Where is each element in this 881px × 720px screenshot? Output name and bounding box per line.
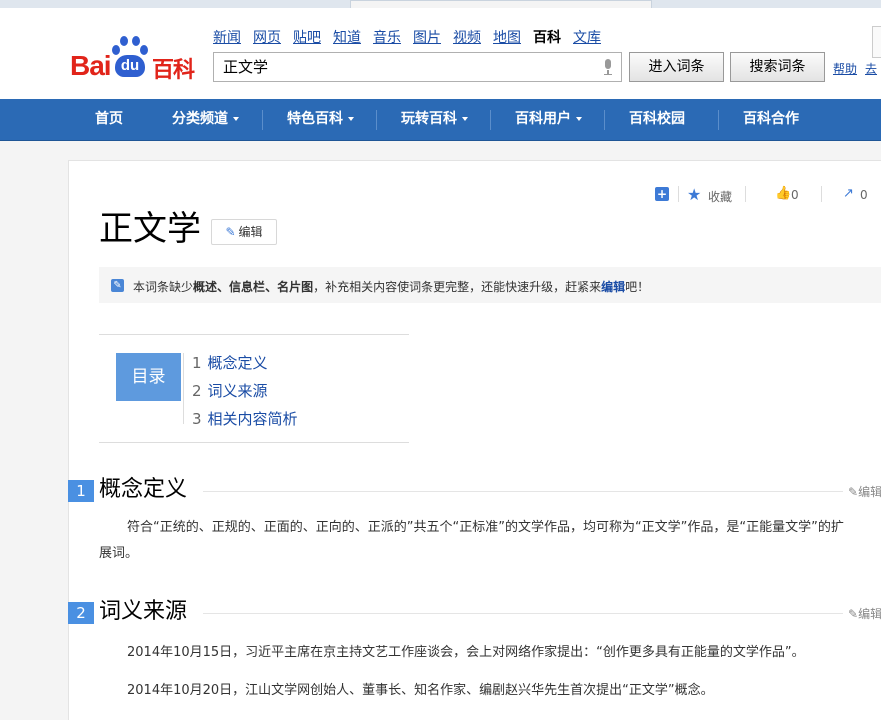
baidu-baike-logo[interactable]: Bai du 百科 (70, 36, 205, 83)
search-input[interactable]: 正文学 (213, 52, 622, 82)
nav-link-video[interactable]: 视频 (453, 30, 481, 46)
notice-edit-link[interactable]: 编辑 (601, 280, 625, 294)
section-heading-1: 1 概念定义 ✎编辑 (68, 477, 881, 503)
nav-link-music[interactable]: 音乐 (373, 30, 401, 46)
thumb-up-icon[interactable]: 👍 (775, 186, 791, 201)
section-heading-2: 2 词义来源 ✎编辑 (68, 599, 881, 625)
pencil-icon: ✎ (848, 485, 859, 499)
browser-tab[interactable] (350, 0, 652, 8)
nav-link-images[interactable]: 图片 (413, 30, 441, 46)
enter-entry-button[interactable]: 进入词条 (629, 52, 724, 82)
star-icon[interactable]: ★ (687, 185, 701, 204)
section-number: 1 (68, 480, 94, 502)
side-scroll-stub (872, 26, 881, 58)
plus-icon[interactable]: + (655, 187, 669, 201)
nav-link-tieba[interactable]: 贴吧 (293, 30, 321, 46)
chevron-down-icon (233, 117, 239, 121)
favorite-button[interactable]: 收藏 (708, 188, 732, 205)
missing-content-notice: ✎ 本词条缺少概述、信息栏、名片图，补充相关内容使词条更完整，还能快速升级，赶紧… (99, 267, 881, 303)
nav-link-zhidao[interactable]: 知道 (333, 30, 361, 46)
nav-link-web[interactable]: 网页 (253, 30, 281, 46)
edit-entry-button[interactable]: ✎ 编辑 (211, 219, 277, 245)
main-nav-home[interactable]: 首页 (95, 99, 123, 140)
logo-bai-text: Bai (70, 50, 112, 81)
chevron-down-icon (576, 117, 582, 121)
paragraph: 2014年10月20日，江山文学网创始人、董事长、知名作家、编剧赵兴华先生首次提… (127, 683, 714, 698)
share-count: 0 (860, 188, 868, 202)
section-number: 2 (68, 602, 94, 624)
nav-link-news[interactable]: 新闻 (213, 30, 241, 46)
section-title: 词义来源 (99, 599, 188, 624)
pencil-icon: ✎ (848, 607, 859, 621)
section-edit-button[interactable]: ✎编辑 (848, 605, 881, 622)
nav-link-wenku[interactable]: 文库 (573, 30, 601, 46)
main-nav-play[interactable]: 玩转百科 (401, 99, 468, 140)
paragraph: 展词。 (99, 546, 139, 561)
notice-text: 本词条缺少概述、信息栏、名片图，补充相关内容使词条更完整，还能快速升级，赶紧来编… (133, 280, 650, 294)
search-input-value: 正文学 (223, 58, 269, 76)
help-link[interactable]: 帮助 (833, 60, 857, 77)
main-nav-cooperation[interactable]: 百科合作 (743, 99, 799, 140)
main-nav-users[interactable]: 百科用户 (515, 99, 582, 140)
paragraph: 2014年10月15日，习近平主席在京主持文艺工作座谈会，会上对网络作家提出：“… (127, 645, 805, 660)
page-title: 正文学 (99, 209, 201, 249)
share-icon[interactable]: ↗ (843, 186, 854, 201)
nav-link-baike[interactable]: 百科 (533, 30, 561, 46)
mic-icon[interactable] (603, 59, 613, 75)
search-entry-button[interactable]: 搜索词条 (730, 52, 825, 82)
main-nav-categories[interactable]: 分类频道 (172, 99, 239, 140)
toc-item-2[interactable]: 2 词义来源 (192, 380, 268, 401)
logo-baike-text: 百科 (152, 58, 195, 83)
toc-item-3[interactable]: 3 相关内容简析 (192, 408, 298, 429)
pencil-icon: ✎ (225, 225, 236, 239)
help-link-2[interactable]: 去 (865, 60, 877, 77)
paragraph: 符合“正统的、正规的、正面的、正向的、正派的”共五个“正标准”的文学作品，均可称… (127, 520, 844, 535)
toc-item-1[interactable]: 1 概念定义 (192, 352, 268, 373)
chevron-down-icon (462, 117, 468, 121)
main-nav-campus[interactable]: 百科校园 (629, 99, 685, 140)
main-nav-bar: 首页 分类频道 特色百科 玩转百科 百科用户 百科校园 百科合作 (0, 99, 881, 141)
section-title: 概念定义 (99, 477, 188, 502)
main-nav-featured[interactable]: 特色百科 (287, 99, 354, 140)
notice-pencil-icon: ✎ (111, 279, 124, 292)
product-nav-links: 新闻 网页 贴吧 知道 音乐 图片 视频 地图 百科 文库 (213, 27, 613, 47)
logo-paw-icon: du (112, 36, 152, 80)
table-of-contents: 目录 1 概念定义 2 词义来源 3 相关内容简析 (99, 334, 409, 443)
toc-label: 目录 (116, 353, 181, 401)
logo-du-text: du (115, 55, 145, 77)
site-header: Bai du 百科 新闻 网页 贴吧 知道 音乐 图片 视频 地图 百科 文库 正文学 进入词条 … (0, 8, 881, 99)
like-count: 0 (791, 188, 799, 202)
chevron-down-icon (348, 117, 354, 121)
nav-link-map[interactable]: 地图 (493, 30, 521, 46)
section-edit-button[interactable]: ✎编辑 (848, 483, 881, 500)
